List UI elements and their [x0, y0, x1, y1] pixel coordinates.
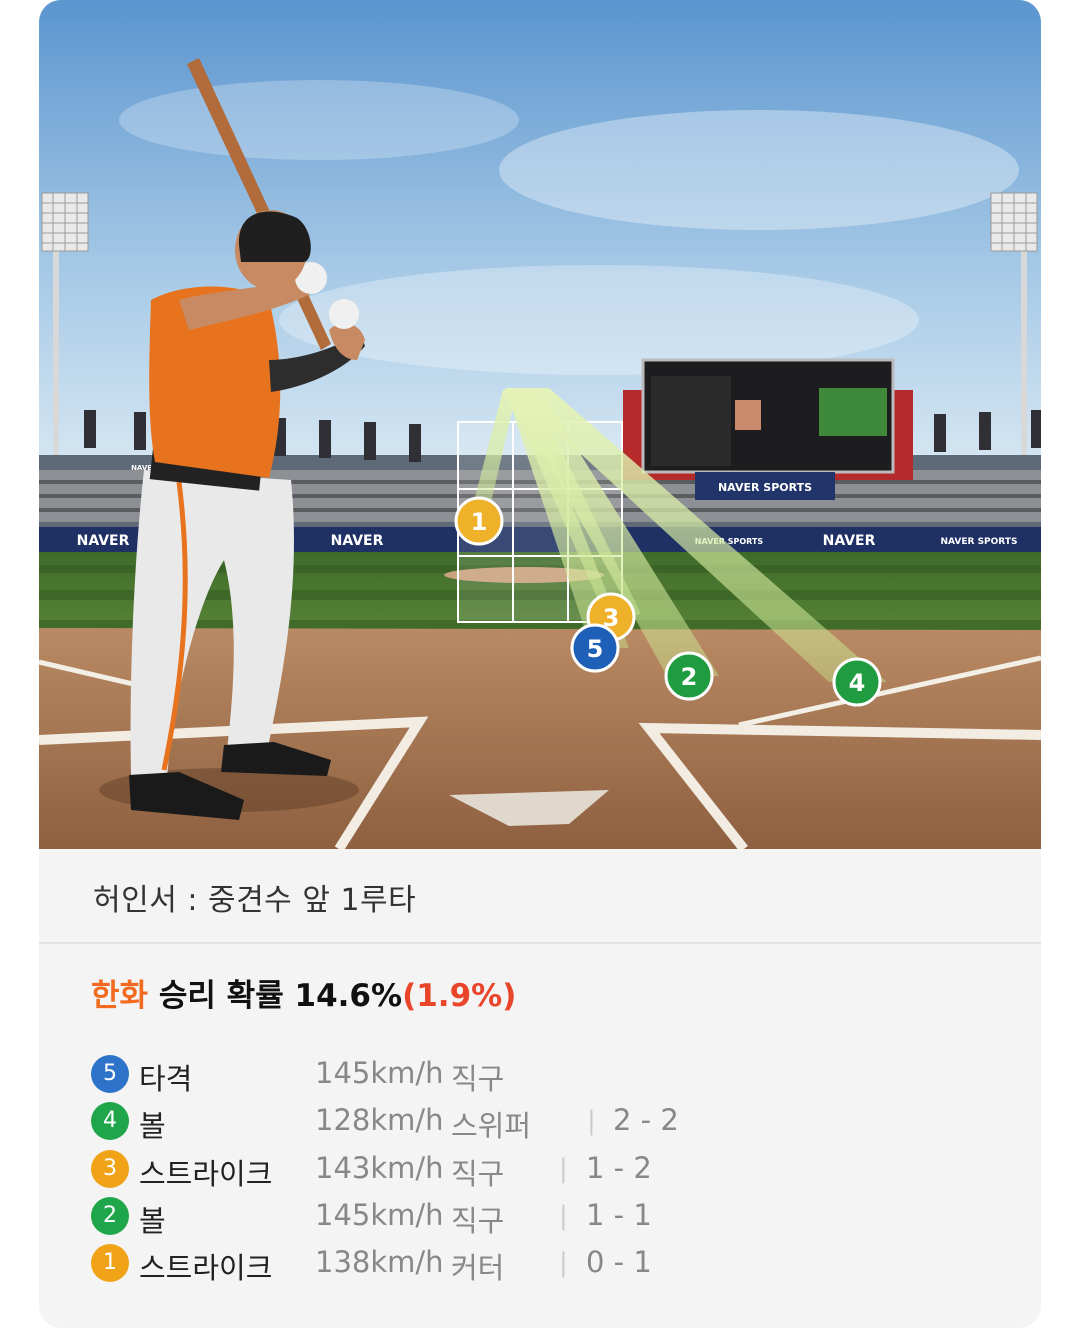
pitch-count: 1 - 2 [586, 1151, 652, 1185]
pitch-speed: 145km/h [315, 1198, 444, 1232]
ad-board-naver-3: NAVER [823, 533, 876, 549]
pitch-tracker-card: NAVER SPORTS NAVER NAVER NAVER NAVER SPO… [39, 0, 1041, 1328]
pitch-result: 스트라이크 [139, 1251, 273, 1285]
pitch-row-5: 5 타격 145km/h 직구 [91, 1053, 741, 1097]
scoreboard-brand: NAVER SPORTS [718, 481, 812, 494]
pitch-marker-2: 2 [664, 651, 714, 701]
pitch-marker-1: 1 [454, 496, 504, 546]
pitch-count: 0 - 1 [586, 1245, 652, 1279]
svg-text:5: 5 [587, 635, 604, 663]
pitch-number-badge: 1 [91, 1244, 129, 1282]
win-probability-team: 한화 [91, 978, 149, 1014]
scoreboard: NAVER SPORTS [623, 358, 913, 500]
pitch-speed: 128km/h [315, 1103, 444, 1137]
pitch-result: 볼 [139, 1204, 166, 1238]
stadium-scene: NAVER SPORTS NAVER NAVER NAVER NAVER SPO… [39, 0, 1041, 849]
ad-board-sports-2: NAVER SPORTS [941, 537, 1018, 547]
win-probability: 한화 승리 확률 14.6%(1.9%) [91, 970, 516, 1015]
ad-board-naver-1: NAVER [77, 533, 130, 549]
pitch-number-badge: 3 [91, 1150, 129, 1188]
svg-text:1: 1 [471, 508, 488, 536]
pitch-row-3: 3 스트라이크 143km/h 직구 | 1 - 2 [91, 1148, 741, 1192]
win-probability-delta: (1.9%) [402, 978, 517, 1014]
pitch-speed: 145km/h [315, 1056, 444, 1090]
pitch-type: 직구 [451, 1157, 505, 1191]
pitch-type: 스위퍼 [451, 1109, 532, 1143]
win-probability-label: 승리 확률 [158, 978, 284, 1014]
count-separator: | [559, 1248, 568, 1278]
pitch-number-badge: 2 [91, 1197, 129, 1235]
count-separator: | [559, 1201, 568, 1231]
pitch-row-4: 4 볼 128km/h 스위퍼 | 2 - 2 [91, 1100, 741, 1144]
pitch-number-badge: 4 [91, 1102, 129, 1140]
svg-text:4: 4 [849, 669, 866, 697]
pitch-type: 직구 [451, 1204, 505, 1238]
pitch-type: 직구 [451, 1062, 505, 1096]
pitch-speed: 138km/h [315, 1245, 444, 1279]
pitch-result: 볼 [139, 1109, 166, 1143]
ad-board-naver-2: NAVER [331, 533, 384, 549]
play-result-text: 허인서 : 중견수 앞 1루타 [93, 883, 417, 918]
win-probability-value: 14.6% [294, 978, 403, 1014]
pitch-result: 타격 [139, 1062, 193, 1096]
pitch-row-1: 1 스트라이크 138km/h 커터 | 0 - 1 [91, 1242, 741, 1286]
pitch-speed: 143km/h [315, 1151, 444, 1185]
pitch-count: 1 - 1 [586, 1198, 652, 1232]
pitch-number-badge: 5 [91, 1055, 129, 1093]
svg-text:2: 2 [681, 663, 698, 691]
pitch-count: 2 - 2 [613, 1103, 679, 1137]
play-result-bar: 허인서 : 중견수 앞 1루타 [39, 849, 1041, 944]
pitch-result: 스트라이크 [139, 1157, 273, 1191]
count-separator: | [587, 1106, 596, 1136]
pitch-marker-5: 5 [570, 623, 620, 673]
pitch-type: 커터 [451, 1251, 505, 1285]
pitch-marker-4: 4 [832, 657, 882, 707]
count-separator: | [559, 1154, 568, 1184]
pitch-row-2: 2 볼 145km/h 직구 | 1 - 1 [91, 1195, 741, 1239]
